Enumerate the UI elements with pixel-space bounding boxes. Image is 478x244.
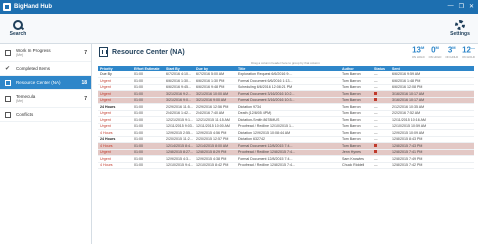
status-dash-icon: — [374,104,378,109]
close-button[interactable]: ✕ [469,3,474,10]
stat-tile[interactable]: 13M ON HOLD [412,44,425,59]
stat-label: ON HOLD [462,54,475,59]
sidebar-item-work-in-progress[interactable]: Work In Progress (Me) 7 [0,44,91,62]
building-icon [99,47,108,57]
stat-value: 13 [412,45,421,55]
status-dash-icon: — [374,78,378,83]
settings-button[interactable]: Settings [448,18,472,37]
sidebar-item-label: Conflicts [16,111,34,117]
sidebar-item-completed[interactable]: ✔ Completed Items [0,62,91,76]
document-icon [5,111,11,118]
window-title: BigHand Hub [14,4,52,10]
sidebar-item-label: Resource Center (NA) [16,79,61,85]
cell-due: 12/10/2015 8:42 PM [194,162,236,169]
stat-unit: — [471,45,475,50]
cell-title: Proofread / Redline 12/8/2015 7:4... [236,162,340,169]
gear-icon [455,20,465,30]
stat-label: ON HOLD [445,54,459,59]
sidebar: Work In Progress (Me) 7 ✔ Completed Items… [0,44,92,244]
sidebar-item-sub: (Me) [16,53,24,58]
stat-unit: M [452,45,456,50]
column-header-effort[interactable]: Effort Estimate [132,66,164,71]
stat-tile[interactable]: 12— ON HOLD [462,44,475,59]
status-dash-icon: — [374,124,378,129]
minimize-button[interactable]: — [448,3,454,10]
search-button[interactable]: Search [6,18,30,37]
table-row[interactable]: 4 Hours 01:00 12/10/2015 9:4... 12/10/2015 … [98,162,474,169]
stat-tile[interactable]: 3M ON HOLD [445,44,458,59]
stat-value: 12 [462,45,471,55]
group-by-hint: Drag a column header here to group by th… [251,61,320,65]
search-label: Search [9,31,27,37]
work-items-table: Priority Effort Estimate Start By Due by… [98,66,474,169]
building-icon [5,95,11,102]
status-dash-icon: — [374,137,378,142]
status-flag-icon [374,150,377,154]
search-icon [13,20,23,30]
stat-label: ON HOLD [411,54,425,59]
status-dash-icon: — [374,130,378,135]
stat-tile[interactable]: 0M ON HOLD [429,44,442,59]
building-icon [5,79,11,86]
stat-unit: M [421,45,425,50]
status-flag-icon [374,91,377,95]
folder-icon [5,49,11,56]
app-window: BigHand Hub — ❐ ✕ Search Settings Work I… [0,0,478,244]
sidebar-item-conflicts[interactable]: Conflicts [0,108,91,122]
stat-unit: M [435,45,439,50]
sidebar-item-count: 18 [81,79,87,86]
sidebar-item-label: Completed Items [16,65,51,71]
app-logo-icon [3,3,11,11]
sidebar-item-count: 7 [84,49,87,56]
cell-start: 12/10/2015 9:4... [164,162,194,169]
sidebar-item-count: 7 [84,95,87,102]
page-header: Resource Center (NA) [99,47,185,57]
status-dash-icon: — [374,163,378,168]
settings-label: Settings [450,31,470,37]
title-bar: BigHand Hub — ❐ ✕ [0,0,478,14]
cell-sent: 12/8/2015 7:42 PM [390,162,474,169]
status-dash-icon: — [374,111,378,116]
status-dash-icon: — [374,72,378,76]
sidebar-item-resource-center[interactable]: Resource Center (NA) 18 [0,76,91,90]
cell-author: Chuck Riddell [340,162,372,169]
status-dash-icon: — [374,117,378,122]
status-flag-icon [374,143,377,147]
cell-priority: 4 Hours [98,162,132,169]
main-panel: Resource Center (NA) 13M ON HOLD 0M ON HOL… [93,44,478,244]
check-icon: ✔ [5,65,11,72]
status-flag-icon [374,98,377,102]
maximize-button[interactable]: ❐ [459,3,464,10]
sidebar-item-sub: (Me) [16,99,24,104]
cell-effort: 01:00 [132,162,164,169]
status-dash-icon: — [374,85,378,90]
stats-panel: 13M ON HOLD 0M ON HOLD 3M ON HOLD 12— ON HOL… [412,44,475,59]
stat-label: ON HOLD [428,54,442,59]
page-title: Resource Center (NA) [112,48,185,56]
cell-status: — [372,162,390,169]
status-dash-icon: — [374,156,378,161]
sidebar-item-temecula[interactable]: Temecula (Me) 7 [0,90,91,108]
table-body: Due By 01:00 6/7/2016 4:10... 6/7/2016 5:00… [98,71,474,169]
toolbar: Search Settings [0,14,478,44]
